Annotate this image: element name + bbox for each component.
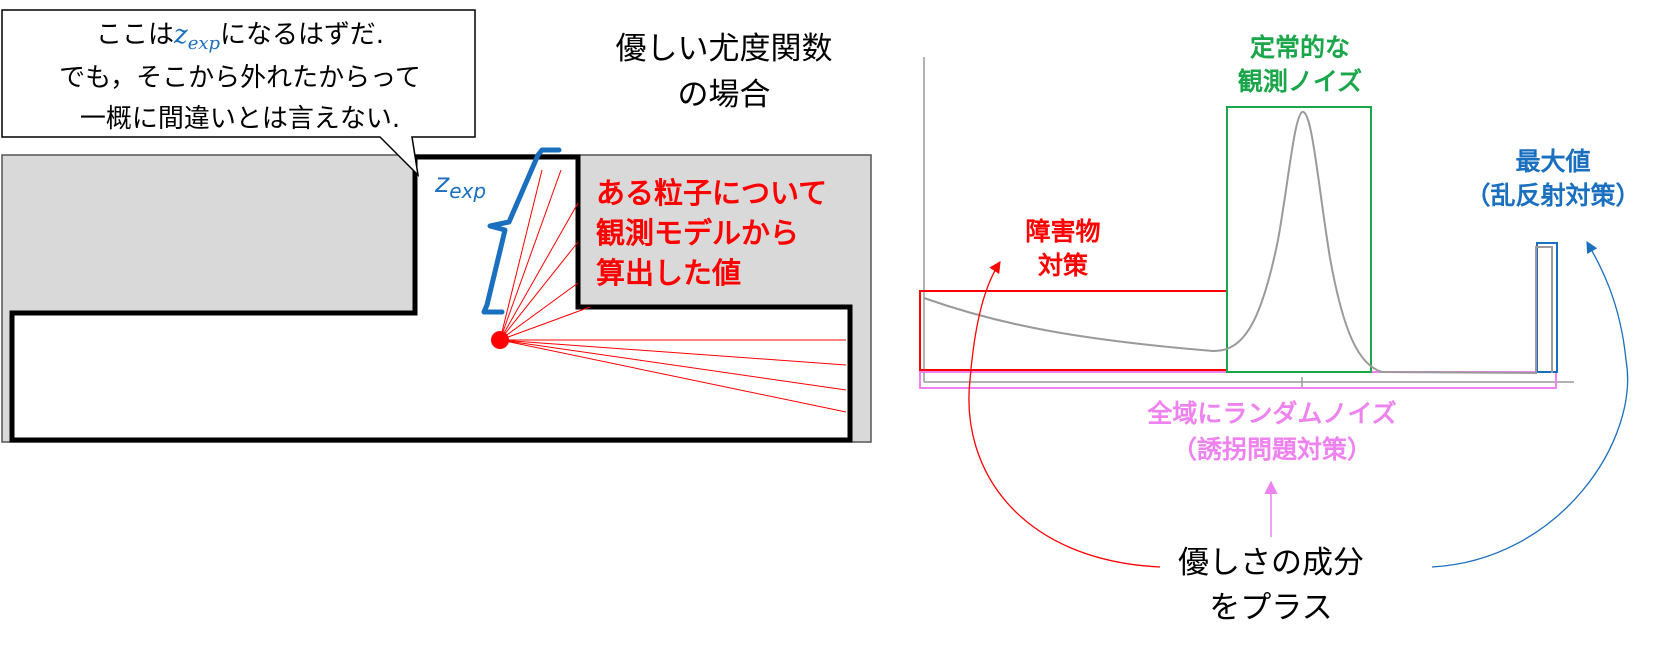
likelihood-plot [919, 57, 1574, 389]
likelihood-diagram: zexp ここはzexpになるはずだ. でも，そこから外れたからって 一概に間違… [1, 9, 1641, 626]
likelihood-curve [923, 111, 1553, 375]
particle-dot [491, 331, 509, 349]
callout-bubble: ここはzexpになるはずだ. でも，そこから外れたからって 一概に間違いとは言え… [1, 9, 476, 178]
callout-line1: ここはzexpになるはずだ. [96, 20, 384, 54]
obstacle-label-line2: 対策 [1038, 251, 1089, 280]
callout-line3: 一概に間違いとは言えない. [80, 104, 400, 134]
maxval-box [1536, 242, 1558, 373]
particle-note-line3: 算出した値 [596, 256, 741, 290]
title-line1: 優しい尤度関数 [616, 31, 833, 67]
particle-note-line1: ある粒子について [596, 176, 827, 210]
noise-label-line2: 観測ノイズ [1238, 67, 1362, 96]
random-label-line1: 全域にランダムノイズ [1146, 399, 1396, 428]
maxval-label-line2: （乱反射対策） [1465, 181, 1640, 210]
kindness-label-line2: をプラス [1209, 590, 1332, 626]
callout-line2: でも，そこから外れたからって [59, 63, 421, 93]
random-noise-box [919, 371, 1557, 389]
arrow-to-obstacle [968, 261, 1161, 568]
title-line2: の場合 [678, 77, 771, 113]
particle-note-line2: 観測モデルから [596, 216, 799, 250]
arrow-to-maxval [1431, 240, 1629, 568]
maxval-label-line1: 最大値 [1515, 147, 1590, 176]
kindness-label-line1: 優しさの成分 [1178, 545, 1364, 581]
obstacle-label-line1: 障害物 [1025, 217, 1100, 246]
noise-label-line1: 定常的な [1250, 33, 1350, 62]
random-label-line2: （誘拐問題対策） [1172, 435, 1372, 464]
obstacle-box [919, 290, 1228, 371]
